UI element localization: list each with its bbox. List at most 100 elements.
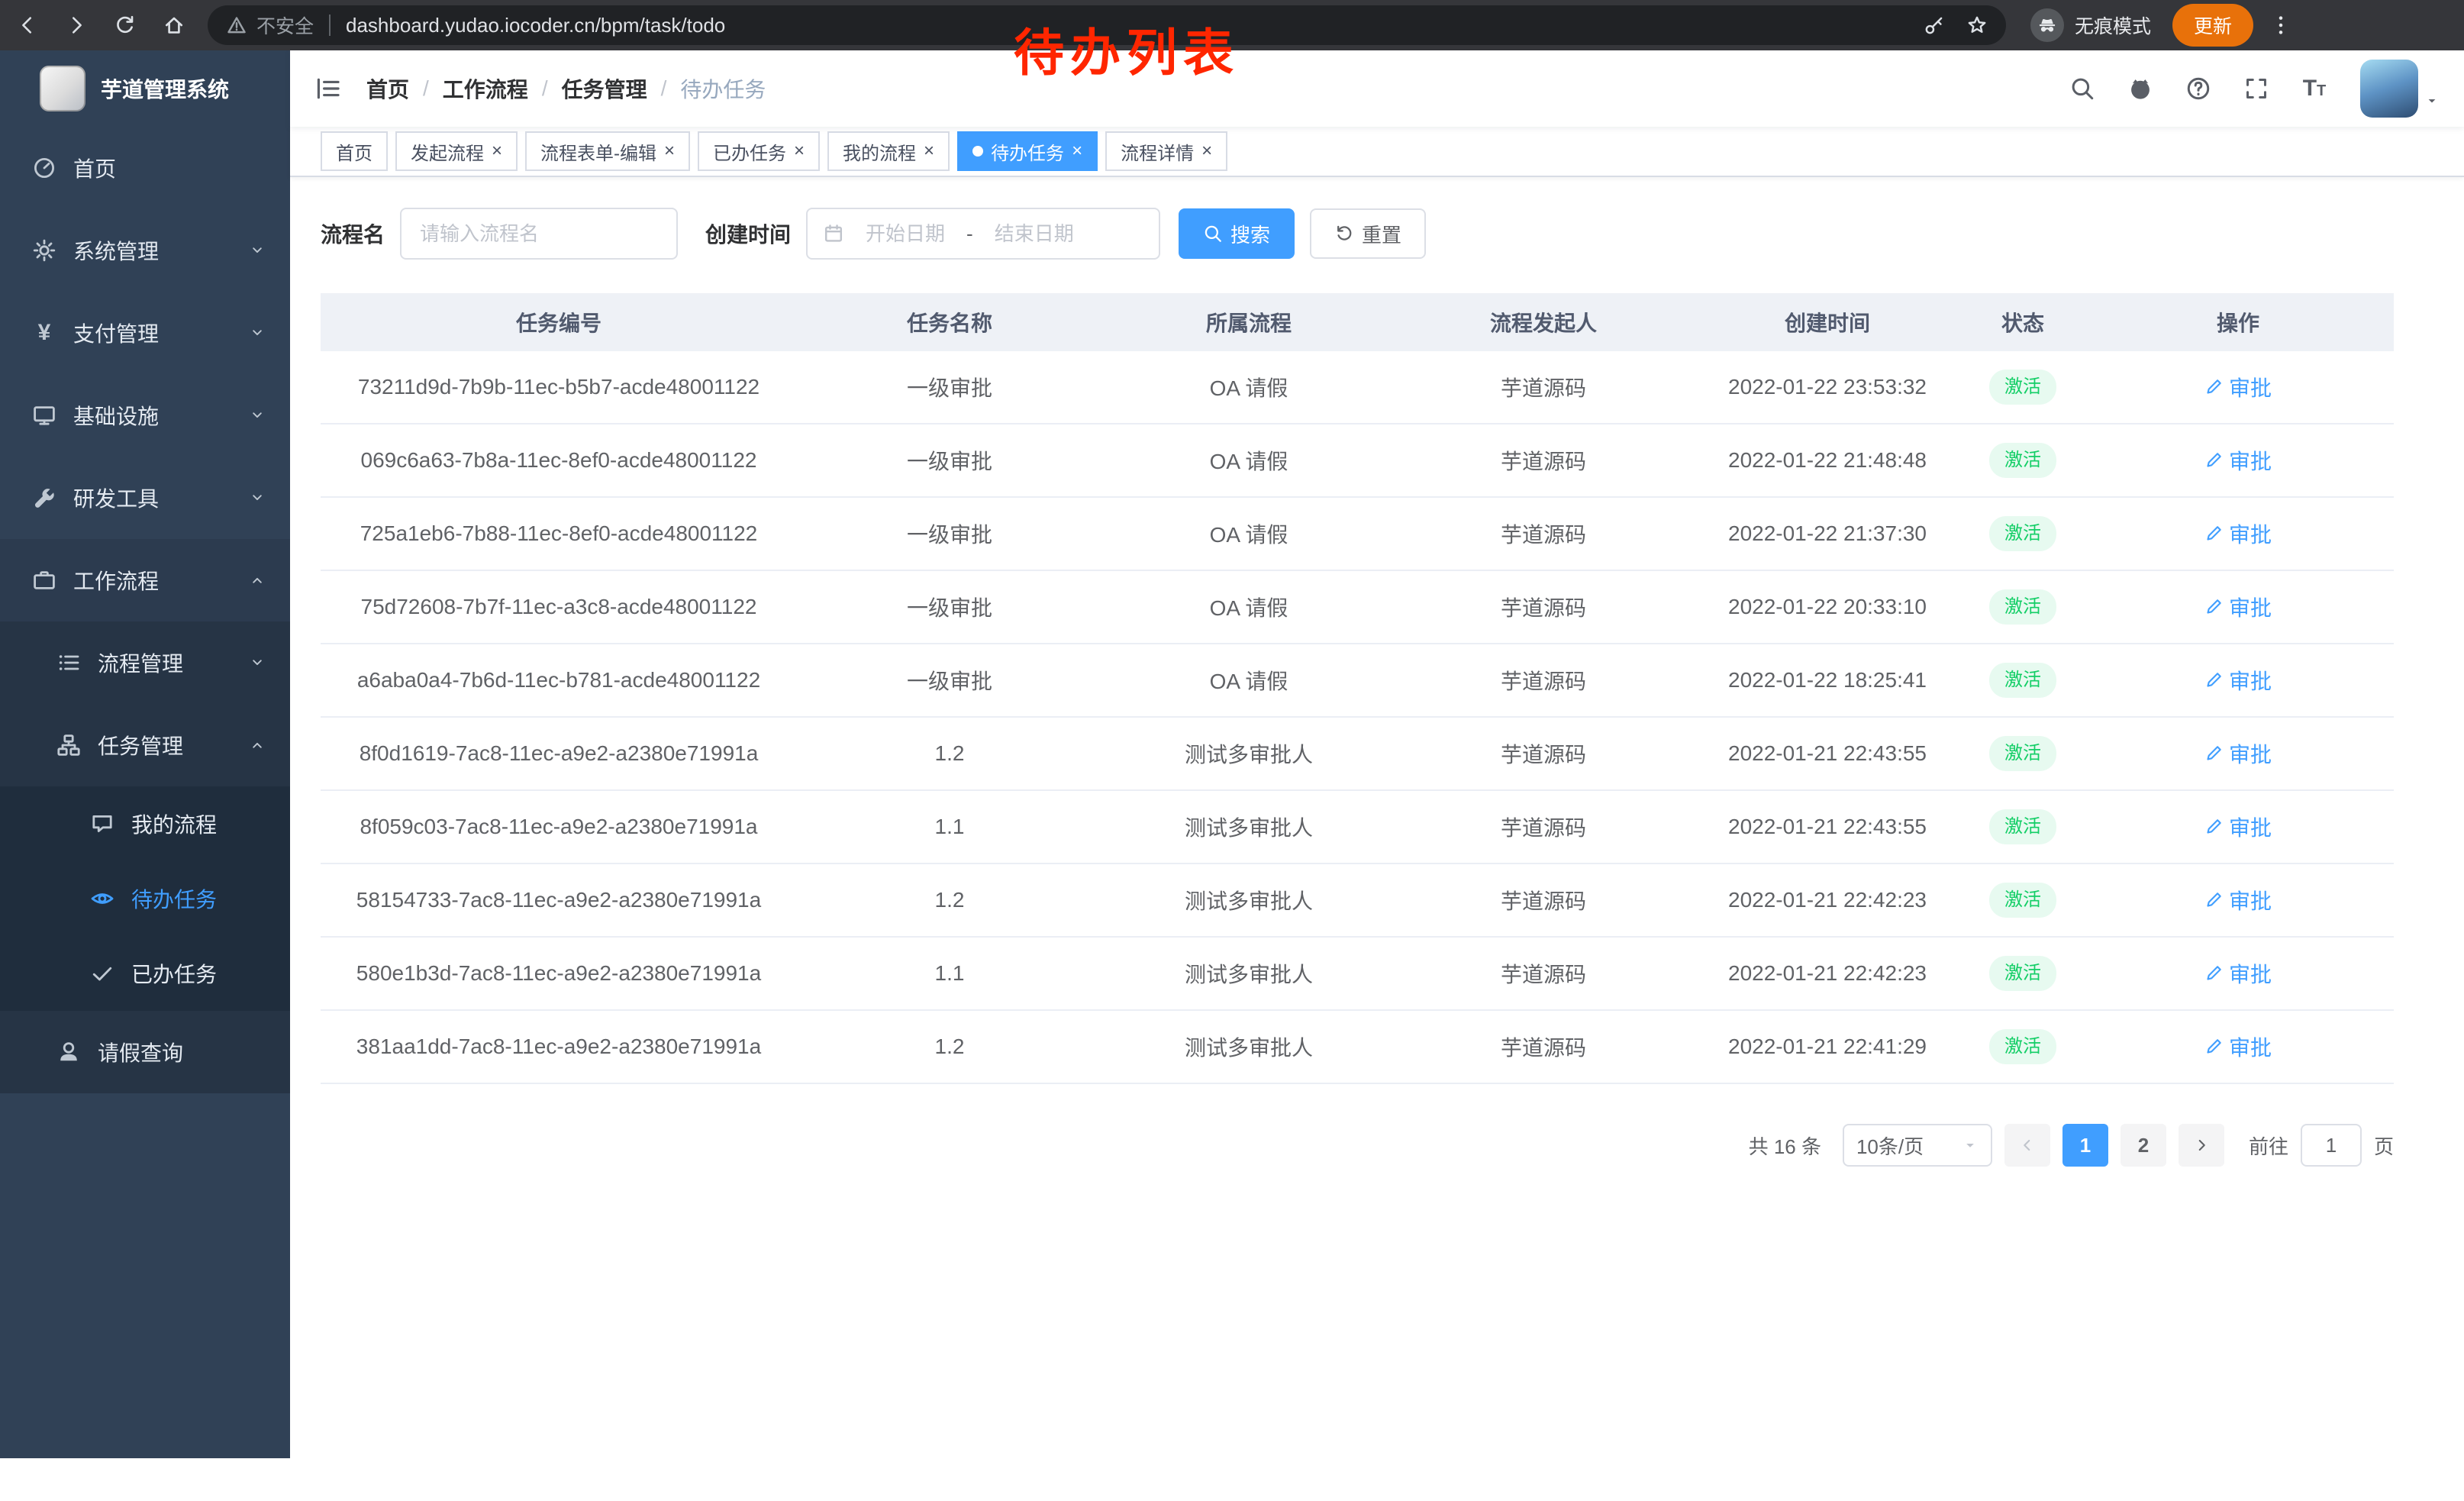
github-button[interactable] (2122, 64, 2159, 113)
cell-status: 激活 (1963, 791, 2082, 863)
start-date-input[interactable] (844, 222, 966, 246)
edit-icon (2204, 1038, 2223, 1056)
process-name-input[interactable] (400, 208, 678, 260)
tab-form-edit[interactable]: 流程表单-编辑× (525, 131, 690, 171)
next-page-button[interactable] (2179, 1124, 2224, 1167)
cell-id: 8f059c03-7ac8-11ec-a9e2-a2380e71991a (321, 791, 797, 863)
search-button[interactable]: 搜索 (1179, 208, 1295, 259)
app-logo-row[interactable]: 芋道管理系统 (0, 50, 290, 127)
table-row: 58154733-7ac8-11ec-a9e2-a2380e71991a1.2测… (321, 864, 2394, 938)
browser-menu-button[interactable] (2259, 4, 2302, 47)
edit-icon (2204, 964, 2223, 983)
app: 芋道管理系统 首页系统管理¥支付管理基础设施研发工具工作流程流程管理任务管理我的… (0, 50, 2464, 1458)
end-date-input[interactable] (973, 222, 1095, 246)
close-icon[interactable]: × (664, 142, 675, 160)
navbar: 首页/工作流程/任务管理/待办任务 TT (290, 50, 2464, 127)
tab-label: 流程详情 (1121, 138, 1194, 165)
header-search-button[interactable] (2064, 64, 2101, 113)
approve-link[interactable]: 审批 (2204, 445, 2272, 476)
sidebar-item-done-task[interactable]: 已办任务 (0, 936, 290, 1011)
close-icon[interactable]: × (1072, 142, 1082, 160)
breadcrumb-item-0[interactable]: 首页 (366, 73, 409, 104)
app-logo (40, 66, 85, 111)
cell-action: 审批 (2082, 498, 2394, 570)
date-range-picker[interactable]: - (806, 208, 1160, 260)
key-icon[interactable] (1924, 15, 1945, 36)
help-button[interactable] (2180, 64, 2217, 113)
close-icon[interactable]: × (794, 142, 805, 160)
page-button-2[interactable]: 2 (2121, 1124, 2166, 1167)
close-icon[interactable]: × (1201, 142, 1212, 160)
cell-action: 审批 (2082, 424, 2394, 496)
cell-id: 73211d9d-7b9b-11ec-b5b7-acde48001122 (321, 351, 797, 423)
sidebar-item-devtools[interactable]: 研发工具 (0, 457, 290, 539)
sidebar-item-system[interactable]: 系统管理 (0, 209, 290, 292)
sidebar-item-home[interactable]: 首页 (0, 127, 290, 209)
caret-down-icon (2424, 93, 2440, 108)
sidebar-item-process-mgmt[interactable]: 流程管理 (0, 621, 290, 704)
sidebar-item-task-mgmt[interactable]: 任务管理 (0, 704, 290, 786)
sidebar-item-label: 已办任务 (131, 958, 217, 989)
sidebar-toggle-button[interactable] (290, 50, 366, 127)
sidebar-item-leave-query[interactable]: 请假查询 (0, 1011, 290, 1093)
page-size-select[interactable]: 10条/页 (1843, 1124, 1992, 1167)
approve-link[interactable]: 审批 (2204, 738, 2272, 769)
dots-vertical-icon (2269, 14, 2292, 37)
sidebar-item-workflow[interactable]: 工作流程 (0, 539, 290, 621)
tab-process-detail[interactable]: 流程详情 × (1105, 131, 1227, 171)
wrench-icon (31, 486, 58, 510)
column-header-5: 状态 (1963, 293, 2082, 351)
cell-status: 激活 (1963, 424, 2082, 496)
bookmark-star-icon[interactable] (1966, 15, 1988, 36)
breadcrumb-item-1[interactable]: 工作流程 (443, 73, 528, 104)
close-icon[interactable]: × (924, 142, 934, 160)
reset-button[interactable]: 重置 (1310, 208, 1426, 259)
back-icon (16, 14, 39, 37)
sidebar-item-label: 支付管理 (73, 318, 159, 348)
goto-page-input[interactable] (2301, 1124, 2362, 1167)
cell-action: 审批 (2082, 571, 2394, 643)
update-button[interactable]: 更新 (2172, 4, 2253, 47)
close-icon[interactable]: × (492, 142, 502, 160)
cell-process: 测试多审批人 (1102, 864, 1395, 936)
tab-home[interactable]: 首页 (321, 131, 388, 171)
prev-page-button[interactable] (2004, 1124, 2050, 1167)
browser-home-button[interactable] (153, 4, 195, 47)
approve-link[interactable]: 审批 (2204, 958, 2272, 989)
cell-name: 一级审批 (797, 571, 1102, 643)
font-size-button[interactable]: TT (2296, 64, 2333, 113)
edit-icon (2204, 525, 2223, 543)
approve-link[interactable]: 审批 (2204, 812, 2272, 842)
chevron-up-icon (249, 737, 266, 754)
browser-back-button[interactable] (6, 4, 49, 47)
sidebar-item-infra[interactable]: 基础设施 (0, 374, 290, 457)
browser-reload-button[interactable] (104, 4, 147, 47)
tab-my-process[interactable]: 我的流程× (827, 131, 950, 171)
cell-initiator: 芋道源码 (1395, 424, 1692, 496)
question-icon (2185, 76, 2211, 102)
goto-unit: 页 (2374, 1131, 2394, 1160)
tab-todo-task[interactable]: 待办任务× (957, 131, 1098, 171)
cell-action: 审批 (2082, 718, 2394, 789)
tab-start-process[interactable]: 发起流程× (395, 131, 518, 171)
approve-link[interactable]: 审批 (2204, 1031, 2272, 1062)
approve-link-label: 审批 (2229, 665, 2272, 696)
fullscreen-button[interactable] (2238, 64, 2275, 113)
tab-done-task[interactable]: 已办任务× (698, 131, 820, 171)
breadcrumb-item-2[interactable]: 任务管理 (562, 73, 647, 104)
browser-forward-button[interactable] (55, 4, 98, 47)
status-badge: 激活 (1989, 809, 2056, 844)
edit-icon (2204, 891, 2223, 909)
sidebar-item-payment[interactable]: ¥支付管理 (0, 292, 290, 374)
sidebar-item-todo-task[interactable]: 待办任务 (0, 861, 290, 936)
sidebar-item-my-process[interactable]: 我的流程 (0, 786, 290, 861)
cell-id: 725a1eb6-7b88-11ec-8ef0-acde48001122 (321, 498, 797, 570)
approve-link[interactable]: 审批 (2204, 592, 2272, 622)
approve-link[interactable]: 审批 (2204, 372, 2272, 402)
page-button-1[interactable]: 1 (2062, 1124, 2108, 1167)
approve-link[interactable]: 审批 (2204, 885, 2272, 915)
sidebar-item-label: 我的流程 (131, 809, 217, 839)
user-menu[interactable] (2360, 60, 2440, 118)
approve-link[interactable]: 审批 (2204, 518, 2272, 549)
approve-link[interactable]: 审批 (2204, 665, 2272, 696)
